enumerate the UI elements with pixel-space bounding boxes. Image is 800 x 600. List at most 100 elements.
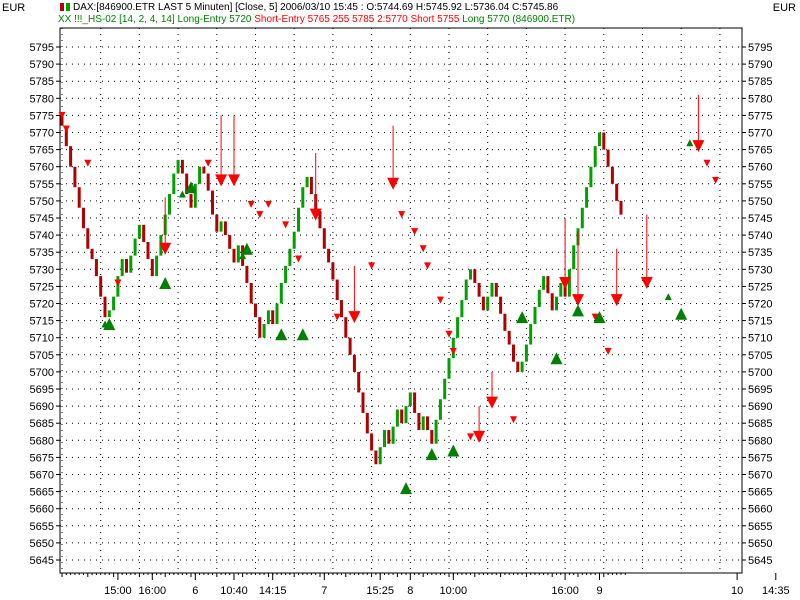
y-tick-label: 5680	[30, 435, 54, 447]
candle	[387, 430, 391, 444]
candle	[529, 324, 533, 345]
short-signal-marker	[247, 200, 255, 208]
y-tick-label: 5695	[30, 384, 54, 396]
candlestick-chart[interactable]: 5795 5790 5785 5780 5775 5770 5765 5760 5755 5750…	[0, 0, 800, 600]
candle	[447, 358, 451, 379]
y-tick-label: 5750	[748, 196, 772, 208]
x-axis: 15:00 16:00 6 10:40 14:15 7 15:25 8 10:00 16:00 9 1…	[61, 573, 790, 597]
candle	[103, 296, 107, 318]
candle	[142, 224, 146, 242]
y-tick-label: 5735	[748, 247, 772, 259]
candle	[378, 447, 382, 465]
candle	[559, 282, 563, 297]
y-tick-label: 5785	[748, 76, 772, 88]
x-tick-label: 14:35	[762, 585, 790, 597]
candle	[477, 282, 481, 297]
short-signal-marker	[692, 140, 705, 153]
y-tick-label: 5680	[748, 435, 772, 447]
candle	[305, 176, 309, 188]
y-tick-label: 5700	[748, 367, 772, 379]
candle	[133, 238, 137, 256]
long-signal-marker	[400, 482, 412, 495]
candle	[606, 149, 610, 167]
candle	[155, 255, 159, 277]
y-tick-label: 5685	[748, 418, 772, 430]
short-signal-marker	[436, 296, 444, 304]
short-signal-marker	[387, 177, 400, 190]
y-tick-label: 5730	[30, 264, 54, 276]
y-tick-label: 5740	[30, 230, 54, 242]
candle	[288, 248, 292, 266]
candle	[546, 276, 550, 294]
long-signal-marker	[178, 190, 186, 198]
candle	[198, 166, 202, 184]
candle	[129, 255, 133, 273]
y-tick-label: 5685	[30, 418, 54, 430]
y-tick-label: 5790	[30, 59, 54, 71]
candle	[90, 248, 94, 260]
y-tick-label: 5785	[30, 76, 54, 88]
candle	[567, 269, 571, 297]
short-signal-marker	[62, 125, 70, 133]
candle	[361, 392, 365, 413]
candle	[125, 259, 128, 273]
short-signal-marker	[510, 416, 517, 424]
candle	[413, 392, 417, 413]
long-signal-marker	[572, 304, 584, 317]
y-tick-label: 5695	[748, 384, 772, 396]
candle	[236, 245, 240, 263]
y-tick-label: 5755	[30, 179, 54, 191]
candle	[486, 296, 490, 311]
y-tick-label: 5715	[748, 316, 772, 328]
short-signal-marker	[348, 311, 361, 324]
candle	[374, 450, 378, 465]
y-tick-label: 5735	[30, 247, 54, 259]
y-tick-label: 5730	[748, 264, 772, 276]
candle	[490, 282, 494, 297]
candle	[469, 269, 472, 280]
y-tick-label: 5655	[748, 521, 772, 533]
y-tick-label: 5770	[30, 128, 54, 140]
candle	[331, 262, 335, 280]
candle	[189, 194, 193, 208]
x-tick-label: 14:15	[259, 585, 287, 597]
candle	[524, 344, 528, 362]
short-signal-marker	[114, 279, 122, 287]
candle	[137, 224, 141, 239]
candle	[395, 409, 399, 427]
candle	[589, 166, 593, 188]
candle	[619, 200, 623, 215]
candle	[202, 166, 206, 174]
y-tick-label: 5650	[748, 538, 772, 550]
short-signal-marker	[467, 433, 474, 441]
y-tick-label: 5720	[748, 299, 772, 311]
candle	[550, 293, 554, 311]
short-signal-marker	[703, 159, 711, 167]
short-signal-marker	[295, 255, 302, 263]
y-tick-label: 5780	[748, 93, 772, 105]
y-tick-label: 5675	[30, 452, 54, 464]
candle	[499, 296, 503, 314]
candle	[494, 282, 498, 297]
y-tick-label: 5650	[30, 538, 54, 550]
x-tick-label: 9	[596, 585, 602, 597]
title-color-swatch	[60, 3, 64, 12]
title-color-swatch-2	[66, 3, 70, 12]
x-tick-label: 15:00	[104, 585, 132, 597]
candle	[572, 245, 576, 270]
candle	[146, 241, 150, 260]
y-tick-label: 5670	[748, 470, 772, 482]
short-signal-marker	[84, 159, 92, 167]
y-tick-label: 5755	[748, 179, 772, 191]
candle	[206, 173, 210, 191]
y-tick-label: 5710	[748, 333, 772, 345]
short-signal-marker	[368, 262, 376, 270]
short-signal-marker	[411, 228, 419, 236]
y-tick-label: 5775	[748, 110, 772, 122]
y-tick-label: 5760	[748, 162, 772, 174]
candle	[254, 303, 257, 318]
candle	[292, 231, 296, 249]
candle	[456, 317, 460, 338]
short-signal-marker	[572, 294, 584, 307]
candle	[383, 430, 386, 448]
